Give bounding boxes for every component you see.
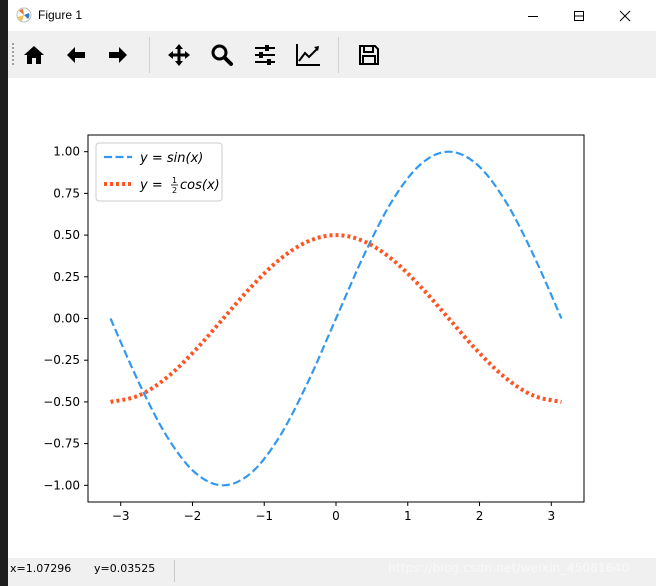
x-tick-label: 3 (547, 509, 555, 523)
y-tick-label: 0.75 (53, 186, 80, 200)
zoom-button[interactable] (206, 39, 238, 71)
y-tick-label: −1.00 (43, 478, 80, 492)
arrow-right-icon (109, 47, 127, 63)
status-separator (174, 560, 175, 582)
line-chart-icon (296, 44, 320, 66)
move-icon (168, 44, 190, 66)
legend-fraction-den: 2 (172, 186, 177, 195)
save-button[interactable] (353, 39, 385, 71)
y-tick-label: −0.50 (43, 395, 80, 409)
legend-label-cos-rest: cos(x) (180, 178, 220, 193)
status-bar: x=1.07296 y=0.03525 https://blog.csdn.ne… (8, 558, 656, 586)
x-tick-label: −1 (255, 509, 273, 523)
edit-axes-button[interactable] (292, 39, 324, 71)
y-tick-label: −0.75 (43, 437, 80, 451)
figure-canvas[interactable]: −3 −2 −1 0 1 2 3 −1.00 −0.75 −0.50 −0.25 0.00 0.25 0.… (8, 78, 656, 558)
forward-button[interactable] (102, 39, 134, 71)
legend-label-sin: y = sin(x) (139, 151, 203, 166)
toolbar-separator (149, 37, 150, 73)
legend-fraction-num: 1 (172, 176, 177, 185)
toolbar-grip-icon (12, 43, 14, 65)
y-tick-label: 0.25 (53, 270, 80, 284)
close-icon (619, 10, 631, 21)
y-tick-label: −0.25 (43, 353, 80, 367)
cursor-y-readout: y=0.03525 (94, 562, 156, 575)
legend-label-cos: y = (139, 178, 163, 193)
back-button[interactable] (60, 39, 92, 71)
navigation-toolbar (8, 31, 656, 78)
toolbar-separator (338, 37, 339, 73)
x-tick-label: 2 (476, 509, 484, 523)
minimize-control[interactable] (510, 0, 556, 31)
close-control[interactable] (602, 0, 648, 31)
watermark-text: https://blog.csdn.net/weixin_45081640 (388, 561, 630, 575)
matplotlib-app-icon (16, 7, 32, 23)
figure-window: Figure 1 −3 −2 −1 0 1 2 3 −1.00 −0.75 −0… (8, 0, 656, 586)
pan-button[interactable] (163, 39, 195, 71)
x-tick-label: −3 (112, 509, 130, 523)
configure-subplots-button[interactable] (249, 39, 281, 71)
cursor-x-readout: x=1.07296 (10, 562, 72, 575)
y-tick-label: 0.00 (53, 312, 80, 326)
y-tick-label: 1.00 (53, 145, 80, 159)
maximize-icon (574, 10, 584, 21)
y-tick-label: 0.50 (53, 228, 80, 242)
x-tick-label: −2 (184, 509, 202, 523)
maximize-control[interactable] (556, 0, 602, 31)
window-title: Figure 1 (38, 8, 83, 22)
home-button[interactable] (18, 39, 50, 71)
plot-svg: −3 −2 −1 0 1 2 3−1.00−0.75−0.50−0.250.000.250.… (43, 134, 585, 523)
home-icon (24, 46, 44, 64)
sliders-icon (255, 45, 275, 65)
magnifier-icon (211, 44, 233, 66)
minimize-icon (528, 15, 538, 17)
floppy-disk-icon (359, 45, 379, 65)
x-tick-label: 0 (332, 509, 340, 523)
arrow-left-icon (67, 47, 85, 63)
x-tick-label: 1 (404, 509, 412, 523)
